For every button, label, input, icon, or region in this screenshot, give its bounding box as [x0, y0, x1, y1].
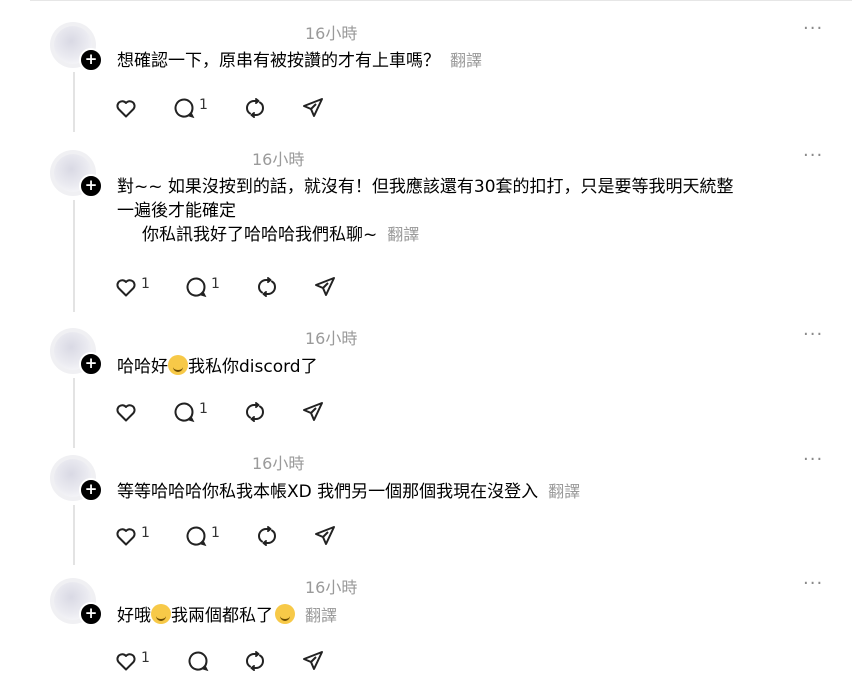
heart-icon [116, 279, 136, 297]
username[interactable] [117, 574, 267, 593]
thread-line [73, 505, 75, 565]
follow-plus-icon[interactable]: + [79, 174, 103, 198]
repost-icon [246, 98, 264, 118]
repost-icon [258, 526, 276, 546]
translate-link[interactable]: 翻譯 [305, 606, 337, 625]
comment-count: 1 [199, 97, 208, 113]
like-button[interactable]: 1 [114, 649, 150, 673]
share-icon [303, 402, 323, 421]
translate-link[interactable]: 翻譯 [450, 51, 482, 70]
comment-icon [174, 98, 195, 119]
laughing-emoji-icon [168, 355, 188, 375]
repost-button[interactable] [243, 649, 267, 673]
comment-count: 1 [211, 276, 220, 292]
post-text-content: 好哦 [117, 606, 151, 626]
smile-emoji-icon [275, 604, 295, 624]
like-button[interactable] [114, 400, 138, 424]
timestamp: 16小時 [252, 150, 305, 169]
post-text-content: 想確認一下，原串有被按讚的才有上車嗎？ [117, 51, 440, 71]
share-button[interactable] [301, 649, 325, 673]
post-text: 好哦 我兩個都私了 翻譯 [117, 604, 827, 628]
comment-icon [186, 526, 207, 547]
thread-line [73, 378, 75, 448]
post-text-line: 一遍後才能確定 [117, 201, 236, 221]
repost-icon [258, 277, 276, 297]
more-icon[interactable]: ··· [803, 18, 823, 39]
timestamp: 16小時 [305, 24, 358, 43]
translate-link[interactable]: 翻譯 [387, 225, 419, 244]
like-count: 1 [141, 276, 150, 292]
thread-line [73, 72, 75, 132]
timestamp: 16小時 [252, 454, 305, 473]
thread-line [73, 200, 75, 312]
share-icon [303, 98, 323, 117]
post-text-content: 我私你discord了 [188, 357, 318, 377]
share-button[interactable] [301, 96, 325, 120]
comment-button[interactable]: 1 [184, 524, 220, 548]
post-text-content: 你私訊我好了哈哈哈我們私聊~ [142, 225, 378, 245]
top-divider [30, 0, 852, 1]
share-icon [315, 526, 335, 545]
repost-button[interactable] [255, 275, 279, 299]
timestamp: 16小時 [305, 329, 358, 348]
repost-icon [246, 402, 264, 422]
comment-button[interactable]: 1 [172, 96, 208, 120]
post-text-line: 你私訊我好了哈哈哈我們私聊~ 翻譯 [117, 223, 827, 247]
more-icon[interactable]: ··· [803, 324, 823, 345]
post-text-content: 等等哈哈哈你私我本帳XD 我們另一個那個我現在沒登入 [117, 482, 539, 502]
like-count: 1 [141, 525, 150, 541]
comment-count: 1 [199, 401, 208, 417]
like-button[interactable]: 1 [114, 275, 150, 299]
heart-icon [116, 100, 136, 118]
username[interactable] [117, 326, 267, 345]
comment-button[interactable]: 1 [184, 275, 220, 299]
share-button[interactable] [313, 524, 337, 548]
post-text: 哈哈好 我私你discord了 [117, 355, 827, 379]
post-text-line: 對~~ 如果沒按到的話，就沒有！但我應該還有30套的扣打，只是要等我明天統整 [117, 177, 734, 197]
laughing-emoji-icon [151, 604, 171, 624]
username[interactable] [117, 146, 237, 165]
follow-plus-icon[interactable]: + [79, 602, 103, 626]
post-text: 想確認一下，原串有被按讚的才有上車嗎？ 翻譯 [117, 49, 827, 73]
comment-button[interactable] [186, 649, 210, 673]
share-icon [303, 651, 323, 670]
username[interactable] [117, 20, 267, 39]
timestamp: 16小時 [305, 578, 358, 597]
comment-count: 1 [211, 525, 220, 541]
like-button[interactable]: 1 [114, 524, 150, 548]
like-button[interactable] [114, 96, 138, 120]
follow-plus-icon[interactable]: + [79, 352, 103, 376]
heart-icon [116, 404, 136, 422]
follow-plus-icon[interactable]: + [79, 48, 103, 72]
heart-icon [116, 528, 136, 546]
heart-icon [116, 653, 136, 671]
more-icon[interactable]: ··· [803, 449, 823, 470]
repost-button[interactable] [243, 96, 267, 120]
comment-icon [186, 277, 207, 298]
comment-icon [188, 651, 209, 672]
translate-link[interactable]: 翻譯 [548, 482, 580, 501]
comment-icon [174, 402, 195, 423]
share-button[interactable] [313, 275, 337, 299]
post-text: 等等哈哈哈你私我本帳XD 我們另一個那個我現在沒登入 翻譯 [117, 480, 827, 504]
more-icon[interactable]: ··· [803, 573, 823, 594]
post-text-content: 哈哈好 [117, 357, 168, 377]
repost-button[interactable] [255, 524, 279, 548]
post-text: 對~~ 如果沒按到的話，就沒有！但我應該還有30套的扣打，只是要等我明天統整 一… [117, 175, 827, 247]
more-icon[interactable]: ··· [803, 145, 823, 166]
follow-plus-icon[interactable]: + [79, 478, 103, 502]
repost-button[interactable] [243, 400, 267, 424]
like-count: 1 [141, 650, 150, 666]
post-text-content: 我兩個都私了 [171, 606, 273, 626]
share-icon [315, 277, 335, 296]
username[interactable] [117, 451, 237, 470]
share-button[interactable] [301, 400, 325, 424]
repost-icon [246, 651, 264, 671]
comment-button[interactable]: 1 [172, 400, 208, 424]
